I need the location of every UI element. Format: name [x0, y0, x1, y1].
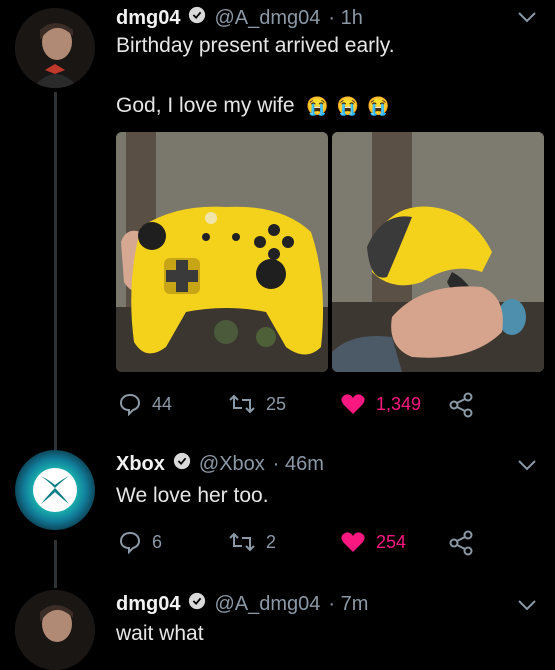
verified-icon	[189, 592, 206, 610]
author-handle[interactable]: @A_dmg04	[214, 7, 320, 30]
reply-icon	[119, 393, 141, 416]
avatar[interactable]	[15, 590, 95, 670]
author-name[interactable]: Xbox	[116, 453, 165, 476]
retweet-icon	[229, 532, 255, 552]
tweet-image[interactable]	[116, 132, 328, 372]
retweet-button[interactable]: 2	[228, 530, 276, 554]
author-name[interactable]: dmg04	[116, 593, 180, 616]
emoji: 😭	[306, 96, 329, 116]
tweet-header: dmg04 @A_dmg04 · 7m	[116, 592, 368, 616]
share-button[interactable]	[448, 530, 474, 556]
tweet-text: God, I love my wife 😭 😭 😭	[116, 94, 390, 118]
retweet-icon	[229, 394, 255, 414]
emoji: 😭	[367, 96, 390, 116]
share-icon	[449, 392, 473, 418]
thread-line	[54, 92, 57, 452]
reply-icon	[119, 531, 141, 554]
retweet-button[interactable]: 25	[228, 392, 286, 416]
timestamp[interactable]: · 46m	[273, 453, 324, 476]
reply-button[interactable]: 6	[118, 530, 162, 554]
author-handle[interactable]: @A_dmg04	[214, 593, 320, 616]
reply-button[interactable]: 44	[118, 392, 172, 416]
like-count: 1,349	[376, 393, 422, 414]
xbox-logo-icon	[33, 468, 77, 512]
chevron-down-icon[interactable]	[516, 458, 538, 472]
share-button[interactable]	[448, 392, 474, 418]
tweet-text: Birthday present arrived early.	[116, 34, 395, 57]
avatar[interactable]	[15, 8, 95, 88]
heart-icon	[341, 532, 365, 552]
tweet-text: We love her too.	[116, 484, 269, 507]
tweet-header: dmg04 @A_dmg04 · 1h	[116, 6, 363, 30]
reply-count: 44	[152, 393, 173, 414]
tweet-text-line: God, I love my wife	[116, 94, 295, 117]
timestamp[interactable]: · 1h	[328, 7, 362, 30]
like-count: 254	[376, 531, 407, 552]
tweet-header: Xbox @Xbox · 46m	[116, 452, 324, 476]
retweet-count: 2	[266, 531, 277, 552]
author-name[interactable]: dmg04	[116, 7, 180, 30]
emoji: 😭	[336, 96, 360, 116]
chevron-down-icon[interactable]	[516, 10, 538, 24]
avatar[interactable]	[15, 450, 95, 530]
chevron-down-icon[interactable]	[516, 598, 538, 612]
thread-line	[54, 540, 57, 588]
reply-count: 6	[152, 531, 163, 552]
verified-icon	[189, 6, 206, 24]
like-button[interactable]: 1,349	[340, 392, 421, 416]
heart-icon	[341, 394, 365, 414]
verified-icon	[173, 452, 191, 470]
timestamp[interactable]: · 7m	[328, 593, 368, 616]
author-handle[interactable]: @Xbox	[199, 453, 265, 476]
like-button[interactable]: 254	[340, 530, 406, 554]
tweet-text: wait what	[116, 622, 204, 645]
retweet-count: 25	[266, 393, 287, 414]
tweet-image[interactable]	[332, 132, 544, 372]
share-icon	[449, 530, 473, 556]
